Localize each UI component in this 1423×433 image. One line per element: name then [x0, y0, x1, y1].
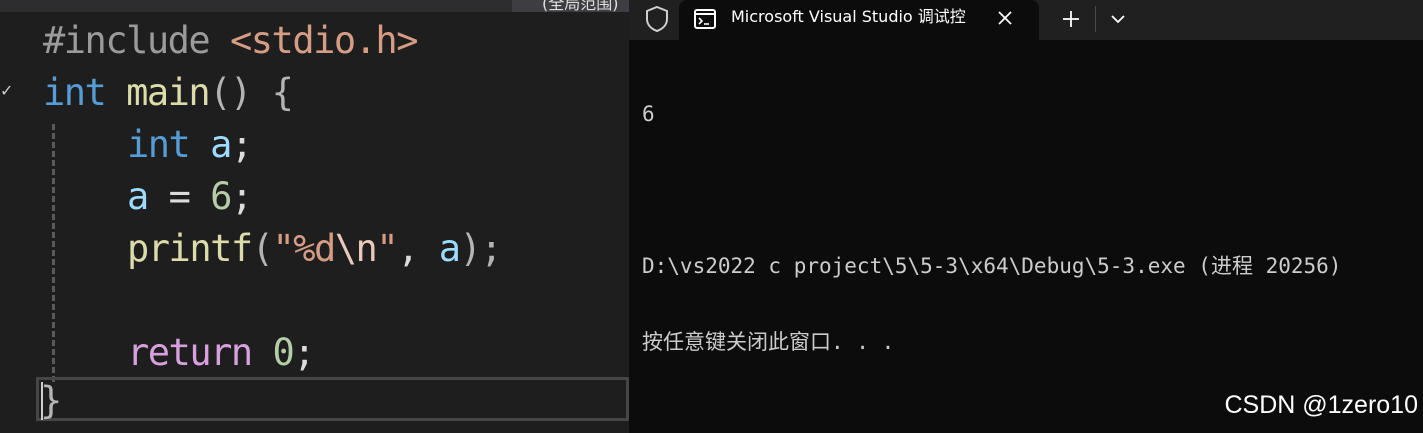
plus-icon[interactable]: [1053, 4, 1089, 34]
scope-dropdown-label: (全局范围): [542, 0, 619, 12]
semicolon: ;: [230, 175, 253, 218]
console-line-4: 按任意键关闭此窗口. . .: [642, 330, 895, 354]
keyword-int: int: [43, 71, 107, 114]
screenshot-root: (全局范围) ✓ #include <stdio.h> int main() {…: [0, 0, 1423, 433]
terminal-title-bar[interactable]: Microsoft Visual Studio 调试控: [629, 0, 1423, 40]
keyword-return: return: [127, 331, 253, 374]
debug-console-window[interactable]: Microsoft Visual Studio 调试控 6 D:\vs2022 …: [629, 0, 1423, 433]
code-line-7[interactable]: return 0;: [127, 327, 315, 379]
console-line-1: 6: [642, 102, 655, 126]
console-line-2: [642, 176, 1341, 204]
number-literal: 6: [210, 175, 232, 218]
indent-guide: [52, 124, 55, 382]
current-line-highlight: [36, 377, 629, 421]
variable-a: a: [438, 227, 461, 270]
terminal-icon: [694, 9, 716, 29]
assign-operator: =: [168, 175, 191, 218]
code-line-1[interactable]: #include <stdio.h>: [43, 15, 418, 67]
format-spec: %d: [293, 227, 336, 270]
variable-a: a: [210, 123, 232, 166]
shield-icon: [646, 5, 668, 33]
watermark: CSDN @1zero10: [1224, 391, 1418, 419]
close-brace: }: [40, 379, 62, 422]
string-quote: ": [376, 227, 398, 270]
text-caret: [41, 382, 43, 420]
code-line-3[interactable]: int a;: [127, 119, 253, 171]
code-line-2[interactable]: int main() {: [43, 67, 294, 119]
open-brace: {: [271, 71, 294, 114]
number-literal: 0: [272, 331, 294, 374]
terminal-tab-title: Microsoft Visual Studio 调试控: [731, 7, 966, 26]
chevron-down-icon[interactable]: [1103, 4, 1133, 34]
terminal-tab[interactable]: Microsoft Visual Studio 调试控: [679, 0, 1039, 40]
console-line-3: D:\vs2022 c project\5\5-3\x64\Debug\5-3.…: [642, 254, 1342, 278]
function-call-printf: printf: [127, 227, 253, 270]
open-paren: (: [251, 227, 274, 270]
code-line-4[interactable]: a = 6;: [127, 171, 253, 223]
title-bar-divider: [1095, 6, 1096, 32]
change-marker: ✓: [0, 81, 14, 100]
string-quote: ": [272, 227, 294, 270]
function-name: main: [126, 71, 211, 114]
close-paren: );: [459, 227, 502, 270]
keyword-int: int: [127, 123, 191, 166]
preprocessor-directive: #include: [43, 19, 211, 62]
scope-dropdown[interactable]: (全局范围): [512, 0, 629, 12]
semicolon: ;: [293, 331, 315, 374]
parens: (): [209, 71, 252, 114]
include-header: <stdio.h>: [230, 19, 418, 62]
console-output: 6 D:\vs2022 c project\5\5-3\x64\Debug\5-…: [642, 52, 1341, 404]
close-icon[interactable]: [991, 4, 1019, 32]
escape-sequence: \n: [334, 227, 378, 270]
comma: ,: [397, 227, 419, 270]
semicolon: ;: [230, 123, 253, 166]
variable-a: a: [127, 175, 149, 218]
code-line-8[interactable]: }: [40, 375, 62, 427]
code-editor[interactable]: (全局范围) ✓ #include <stdio.h> int main() {…: [0, 0, 629, 433]
code-line-5[interactable]: printf("%d\n", a);: [127, 223, 503, 275]
